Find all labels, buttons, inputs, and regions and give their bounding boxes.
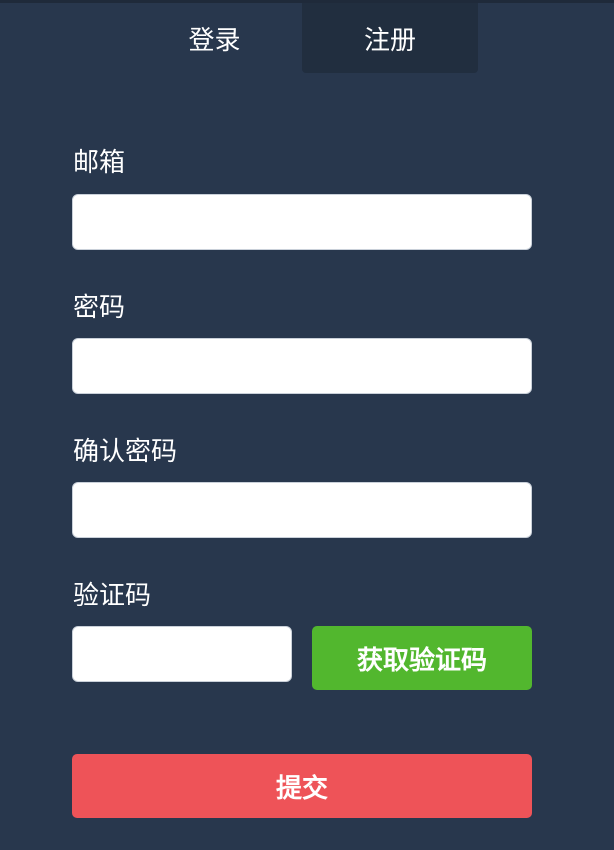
password-field[interactable] — [72, 338, 532, 394]
auth-tabs: 登录 注册 — [127, 3, 478, 73]
email-label: 邮箱 — [73, 148, 126, 178]
password-label: 密码 — [73, 293, 126, 323]
confirm-password-field[interactable] — [72, 482, 532, 538]
tab-login[interactable]: 登录 — [127, 3, 302, 73]
submit-button[interactable]: 提交 — [72, 754, 532, 818]
verification-code-field[interactable] — [72, 626, 292, 682]
get-code-button[interactable]: 获取验证码 — [312, 626, 532, 690]
tab-register[interactable]: 注册 — [302, 3, 478, 73]
verification-code-label: 验证码 — [73, 581, 152, 611]
confirm-password-label: 确认密码 — [73, 437, 178, 467]
email-field[interactable] — [72, 194, 532, 250]
